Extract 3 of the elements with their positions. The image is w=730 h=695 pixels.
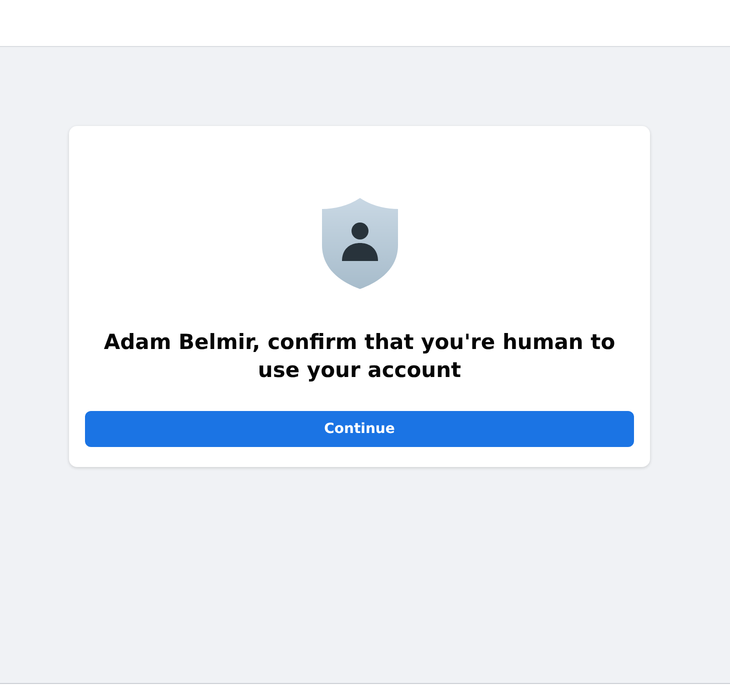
- continue-button[interactable]: Continue: [85, 411, 634, 447]
- shield-person-icon: [320, 197, 400, 290]
- dialog-heading: Adam Belmir, confirm that you're human to use your account: [102, 329, 616, 384]
